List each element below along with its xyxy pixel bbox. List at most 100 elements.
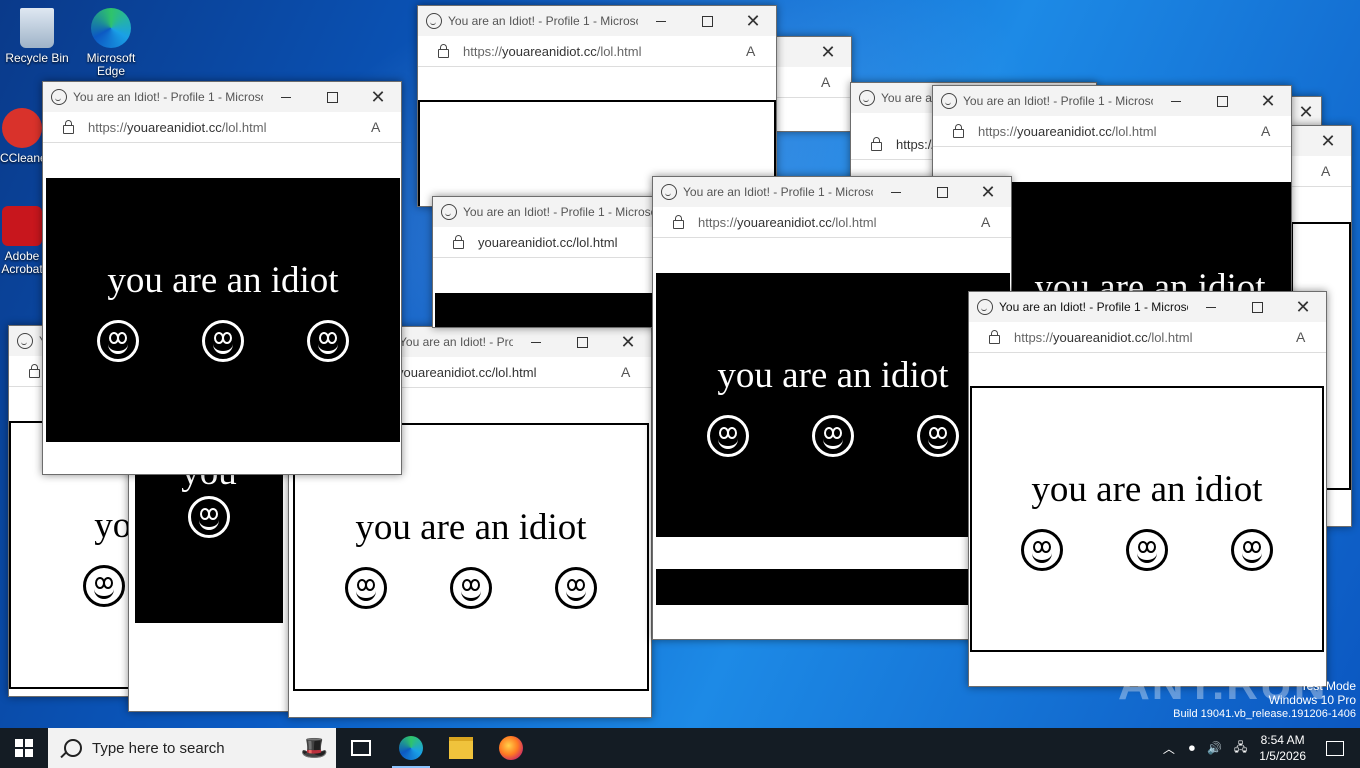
smiley-favicon-icon [941, 93, 957, 109]
read-aloud-icon[interactable]: A [1321, 163, 1351, 179]
start-button[interactable] [0, 728, 48, 768]
smiley-face-icon [345, 566, 387, 609]
maximize-button[interactable] [1199, 86, 1245, 116]
recycle-bin-icon [20, 8, 54, 48]
minimize-button[interactable] [638, 6, 684, 36]
lock-icon [673, 214, 684, 229]
smiley-favicon-icon [977, 299, 993, 315]
page-frame [656, 569, 1010, 605]
taskbar-firefox-button[interactable] [486, 728, 536, 768]
page-frame: you are an idiot [970, 386, 1324, 652]
lock-icon [989, 329, 1000, 344]
read-aloud-icon[interactable]: A [371, 119, 401, 135]
taskbar-edge-button[interactable] [386, 728, 436, 768]
maximize-button[interactable] [309, 82, 355, 112]
page-frame [435, 293, 657, 327]
smiley-face-icon [307, 319, 349, 362]
page-frame: you are an idiot [656, 273, 1010, 537]
taskbar-clock[interactable]: 8:54 AM 1/5/2026 [1259, 732, 1306, 764]
read-aloud-icon[interactable]: A [981, 214, 1011, 230]
minimize-button[interactable] [873, 177, 919, 207]
volume-icon[interactable]: 🔊 [1207, 741, 1222, 755]
address-bar-url[interactable]: https://youareanidiot.cc/lol.html [1014, 330, 1296, 345]
close-button[interactable]: ✕ [805, 37, 851, 67]
smiley-face-icon [812, 414, 854, 457]
desktop-icon-acrobat[interactable]: Adobe Acrobat [0, 206, 44, 286]
taskbar-file-explorer-button[interactable] [436, 728, 486, 768]
address-bar-url[interactable]: https://youareanidiot.cc/lol.html [463, 44, 746, 59]
minimize-button[interactable] [1153, 86, 1199, 116]
read-aloud-icon[interactable]: A [1261, 123, 1291, 139]
edge-icon [91, 8, 131, 48]
notification-center-icon[interactable] [1326, 740, 1344, 756]
read-aloud-icon[interactable]: A [746, 43, 776, 59]
smiley-face-icon [97, 319, 139, 362]
search-highlight-icon: 🎩 [300, 735, 328, 760]
acrobat-icon [2, 206, 42, 246]
meet-now-icon[interactable]: ⏺ [1189, 741, 1195, 756]
page-frame: you are an idiot [46, 178, 400, 442]
lock-icon [63, 119, 74, 134]
smiley-face-icon [707, 414, 749, 457]
smiley-face-icon [202, 319, 244, 362]
idiot-text: you are an idiot [1031, 468, 1263, 510]
lock-icon [438, 43, 449, 58]
desktop-icon-microsoft-edge[interactable]: Microsoft Edge [74, 8, 148, 80]
address-bar-url[interactable]: https://youareanidiot.cc/lol.html [978, 124, 1261, 139]
minimize-button[interactable] [263, 82, 309, 112]
chevron-up-icon[interactable]: ︿ [1163, 740, 1175, 757]
maximize-button[interactable] [919, 177, 965, 207]
close-button[interactable]: ✕ [1305, 126, 1351, 156]
close-button[interactable]: ✕ [1245, 86, 1291, 116]
smiley-face-icon [450, 566, 492, 609]
address-bar-url[interactable]: https://youareanidiot.cc/lol.html [88, 120, 371, 135]
read-aloud-icon[interactable]: A [821, 74, 851, 90]
close-button[interactable]: ✕ [605, 327, 651, 357]
taskbar-search-box[interactable]: Type here to search 🎩 [48, 728, 336, 768]
smiley-favicon-icon [17, 333, 33, 349]
desktop-icon-recycle-bin[interactable]: Recycle Bin [0, 8, 74, 65]
maximize-button[interactable] [559, 327, 605, 357]
browser-window[interactable]: ✕ [1290, 96, 1322, 128]
close-button[interactable]: ✕ [965, 177, 1011, 207]
lock-icon [871, 136, 882, 151]
task-view-button[interactable] [336, 728, 386, 768]
smiley-face-icon [188, 496, 230, 538]
smiley-favicon-icon [426, 13, 442, 29]
lock-icon [453, 234, 464, 249]
smiley-face-icon [1231, 528, 1273, 571]
maximize-button[interactable] [684, 6, 730, 36]
browser-window[interactable]: you [128, 440, 290, 712]
anyrun-watermark-logo: ANY.RUN [1118, 660, 1328, 709]
task-view-icon [351, 740, 371, 756]
desktop-icon-ccleaner[interactable]: CCleaner [0, 108, 44, 172]
browser-window[interactable]: You are an Idiot! - Profile 1 - Microsof… [432, 196, 658, 328]
network-icon[interactable]: 🖧 [1234, 738, 1247, 759]
close-button[interactable]: ✕ [730, 6, 776, 36]
smiley-face-icon [917, 414, 959, 457]
idiot-text: you are an idiot [355, 506, 587, 548]
idiot-text: you are an idiot [717, 354, 949, 396]
minimize-button[interactable] [1188, 292, 1234, 322]
close-button[interactable]: ✕ [1280, 292, 1326, 322]
maximize-button[interactable] [1234, 292, 1280, 322]
folder-icon [449, 737, 473, 759]
ccleaner-icon [2, 108, 42, 148]
address-bar-url[interactable]: https://youareanidiot.cc/lol.html [698, 215, 981, 230]
read-aloud-icon[interactable]: A [621, 364, 651, 380]
edge-icon [399, 736, 423, 760]
read-aloud-icon[interactable]: A [1296, 329, 1326, 345]
smiley-face-icon [1126, 528, 1168, 571]
system-tray: ︿ ⏺ 🔊 🖧 8:54 AM 1/5/2026 [1155, 732, 1360, 764]
browser-window[interactable]: ✕ A [776, 36, 852, 132]
browser-window[interactable]: You are an Idiot! - Profile 1 - Microsof… [968, 291, 1327, 687]
windows-logo-icon [15, 739, 33, 757]
smiley-favicon-icon [441, 204, 457, 220]
close-button[interactable]: ✕ [1291, 97, 1321, 127]
browser-window[interactable]: You are an Idiot! - Profile 1 - Microsof… [42, 81, 402, 475]
minimize-button[interactable] [513, 327, 559, 357]
browser-window[interactable]: You are an Idiot! - Profile 1 - Microsof… [652, 176, 1012, 640]
smiley-face-icon [83, 564, 125, 607]
close-button[interactable]: ✕ [355, 82, 401, 112]
page-frame: you [135, 452, 283, 623]
